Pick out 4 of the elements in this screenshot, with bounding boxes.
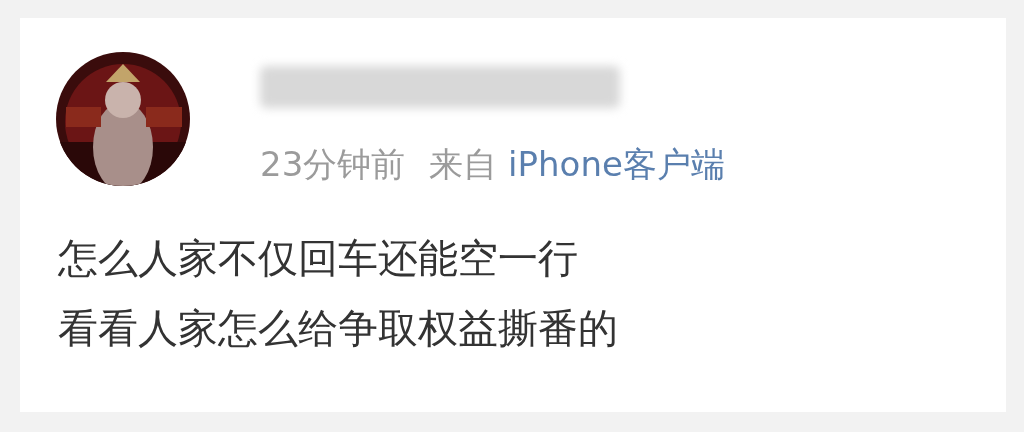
post-time: 23分钟前 — [260, 143, 406, 186]
post-source: 来自 iPhone客户端 — [429, 143, 725, 186]
post-text-line: 看看人家怎么给争取权益撕番的 — [58, 306, 618, 350]
post-text-line: 怎么人家不仅回车还能空一行 — [58, 236, 578, 280]
